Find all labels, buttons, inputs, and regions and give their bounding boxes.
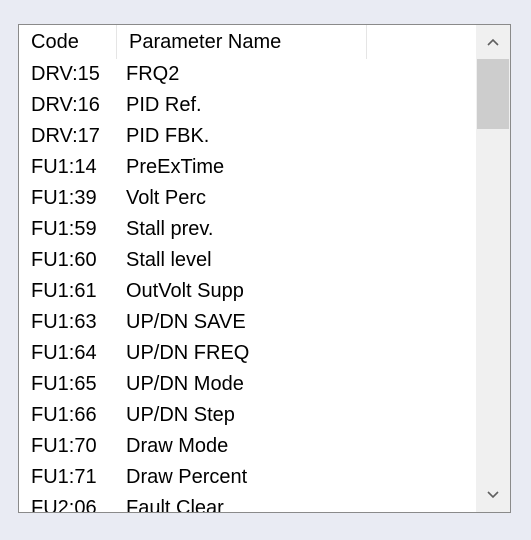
list-item-name: UP/DN FREQ: [126, 342, 250, 364]
list-item-code: DRV:15: [31, 63, 100, 85]
chevron-down-icon[interactable]: [476, 478, 510, 512]
list-item-code: FU1:61: [31, 280, 97, 302]
list-item-code: FU1:63: [31, 311, 97, 333]
list-item[interactable]: FU1:71 Draw Percent: [19, 462, 449, 493]
list-item[interactable]: FU1:66 UP/DN Step: [19, 400, 449, 431]
list-item-name: Stall prev.: [126, 218, 214, 240]
list-item[interactable]: DRV:16 PID Ref.: [19, 90, 449, 121]
list-item-code: FU1:70: [31, 435, 97, 457]
list-item-name: Volt Perc: [126, 187, 207, 209]
list-item-name: UP/DN Mode: [126, 373, 244, 395]
column-header-filler: [367, 25, 449, 59]
list-item-code: FU1:60: [31, 249, 97, 271]
list-item-name: Draw Percent: [126, 466, 248, 488]
list-item-code: FU1:39: [31, 187, 97, 209]
list-item-name: UP/DN Step: [126, 404, 235, 426]
list-item-name: FRQ2: [126, 63, 180, 85]
list-item-code: DRV:16: [31, 94, 100, 116]
list-item[interactable]: FU1:39 Volt Perc: [19, 183, 449, 214]
chevron-up-icon[interactable]: [476, 25, 510, 59]
list-item[interactable]: FU1:70 Draw Mode: [19, 431, 449, 462]
list-item[interactable]: FU2:06 Fault Clear: [19, 493, 449, 513]
vertical-scrollbar[interactable]: [476, 25, 510, 512]
list-item[interactable]: DRV:15 FRQ2: [19, 59, 449, 90]
list-item[interactable]: FU1:60 Stall level: [19, 245, 449, 276]
list-item[interactable]: FU1:14 PreExTime: [19, 152, 449, 183]
chevron-up-icon-shape: [487, 38, 499, 46]
list-item-code: FU1:64: [31, 342, 97, 364]
list-item-code: FU1:66: [31, 404, 97, 426]
list-header: Code Parameter Name: [19, 25, 449, 59]
list-item-name: Stall level: [126, 249, 212, 271]
list-item[interactable]: FU1:59 Stall prev.: [19, 214, 449, 245]
list-item-name: OutVolt Supp: [126, 280, 244, 302]
column-header-parameter-name[interactable]: Parameter Name: [117, 25, 367, 59]
list-item-name: PID FBK.: [126, 125, 210, 147]
list-item-code: FU2:06: [31, 497, 97, 513]
parameter-list[interactable]: Code Parameter Name DRV:15 FRQ2 DRV:16 PID…: [18, 24, 511, 513]
list-item[interactable]: FU1:63 UP/DN SAVE: [19, 307, 449, 338]
list-item[interactable]: FU1:64 UP/DN FREQ: [19, 338, 449, 369]
list-item-name: UP/DN SAVE: [126, 311, 246, 333]
list-item-name: Fault Clear: [126, 497, 224, 513]
list-rows: DRV:15 FRQ2 DRV:16 PID Ref. DRV:17 PID FBK.…: [19, 59, 449, 513]
list-item-name: PreExTime: [126, 156, 225, 178]
column-header-code[interactable]: Code: [19, 25, 117, 59]
list-item-name: PID Ref.: [126, 94, 202, 116]
list-item-code: FU1:65: [31, 373, 97, 395]
list-item-name: Draw Mode: [126, 435, 229, 457]
list-item-code: FU1:59: [31, 218, 97, 240]
list-item[interactable]: FU1:61 OutVolt Supp: [19, 276, 449, 307]
chevron-down-icon-shape: [487, 491, 499, 499]
list-item-code: FU1:71: [31, 466, 97, 488]
list-item-code: DRV:17: [31, 125, 100, 147]
list-item-code: FU1:14: [31, 156, 97, 178]
list-item[interactable]: DRV:17 PID FBK.: [19, 121, 449, 152]
list-item[interactable]: FU1:65 UP/DN Mode: [19, 369, 449, 400]
scrollbar-thumb[interactable]: [477, 59, 509, 129]
